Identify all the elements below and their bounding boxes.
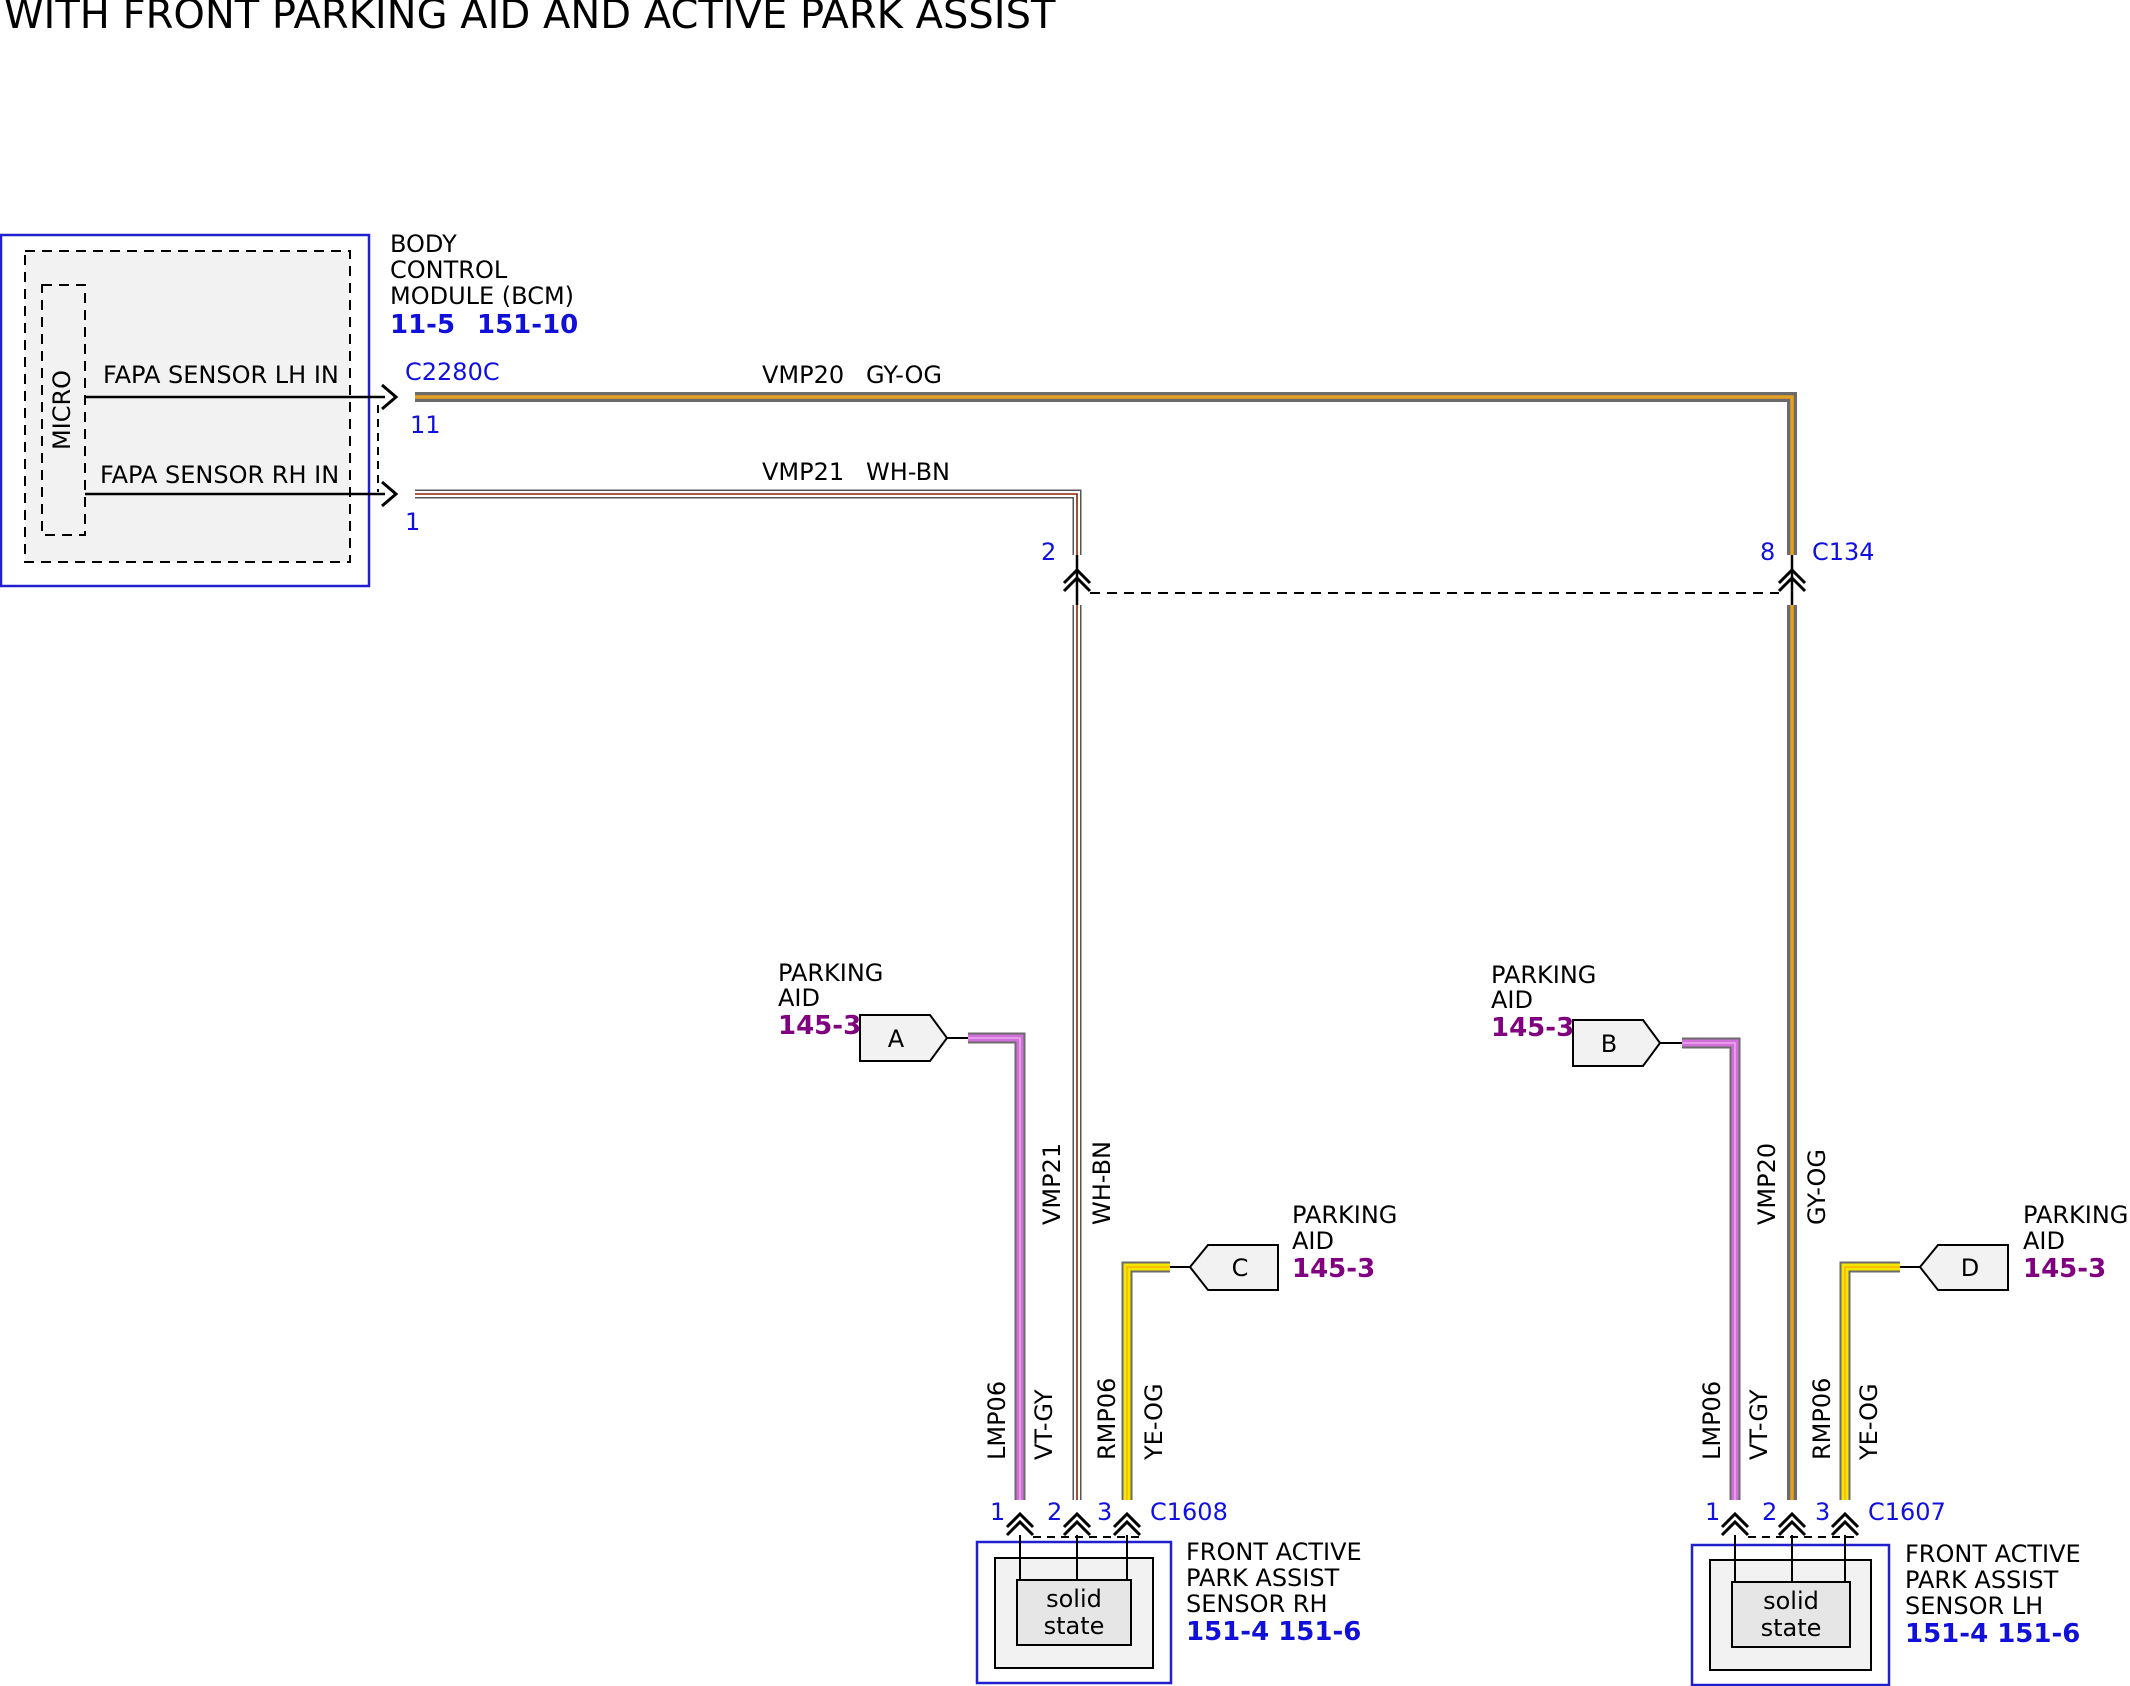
offpage-c-letter: C: [1232, 1254, 1249, 1282]
offpage-d[interactable]: D: [1900, 1244, 2009, 1291]
c1607-connector: 1 2 3 C1607: [1705, 1498, 1946, 1538]
vmp20-color-label: GY-OG: [866, 361, 942, 389]
sensor-lh-inner-2: state: [1761, 1614, 1822, 1642]
vmp20-vertical-color-label: GY-OG: [1803, 1149, 1831, 1225]
c1608-pin-3-label: 3: [1097, 1498, 1112, 1526]
sensor-lh-name-3: SENSOR LH: [1905, 1592, 2043, 1620]
bcm-name-line-1: BODY: [390, 230, 457, 258]
vmp20-circuit-label: VMP20: [762, 361, 844, 389]
vmp21-circuit-label: VMP21: [762, 458, 844, 486]
offpage-b-letter: B: [1601, 1030, 1617, 1058]
offpage-a-ref[interactable]: 145-3: [778, 1011, 861, 1041]
bcm-name-line-3: MODULE (BCM): [390, 282, 574, 310]
offpage-c[interactable]: C: [1170, 1244, 1279, 1291]
offpage-a-label-2: AID: [778, 984, 820, 1012]
c134-pin-8-label: 8: [1760, 538, 1775, 566]
sensor-lh: solid state: [1690, 1535, 1891, 1686]
sensor-lh-name-1: FRONT ACTIVE: [1905, 1540, 2081, 1568]
offpage-a[interactable]: A: [859, 1014, 968, 1062]
offpage-b[interactable]: B: [1572, 1019, 1682, 1067]
offpage-a-letter: A: [888, 1025, 905, 1053]
sensor-rh-name-2: PARK ASSIST: [1186, 1564, 1340, 1592]
rmp06-lh-color-label: YE-OG: [1855, 1383, 1883, 1461]
c1607-pin-3-label: 3: [1815, 1498, 1830, 1526]
sensor-rh: solid state: [975, 1535, 1173, 1685]
c1607-pin-2-label: 2: [1762, 1498, 1777, 1526]
offpage-b-label-2: AID: [1491, 986, 1533, 1014]
offpage-d-letter: D: [1961, 1254, 1979, 1282]
c1608-label: C1608: [1150, 1498, 1228, 1526]
c134-connector: 2 8 C134: [1041, 538, 1875, 605]
vmp20-vertical-circuit-label: VMP20: [1753, 1143, 1781, 1225]
fapa-rh-label: FAPA SENSOR RH IN: [100, 461, 339, 489]
bcm-module: MICRO FAPA SENSOR LH IN FAPA SENSOR RH I…: [0, 230, 578, 588]
bcm-ref-2: 151-10: [477, 310, 578, 340]
c134-pin-2-label: 2: [1041, 538, 1056, 566]
pin-1-label: 1: [405, 508, 420, 536]
vmp21-vertical-circuit-label: VMP21: [1038, 1143, 1066, 1225]
vmp21-vertical-color-label: WH-BN: [1088, 1141, 1116, 1225]
c1608-connector: 1 2 3 C1608: [990, 1498, 1228, 1538]
pin-11-label: 11: [410, 411, 441, 439]
sensor-rh-name-3: SENSOR RH: [1186, 1590, 1328, 1618]
micro-label: MICRO: [48, 370, 76, 450]
lmp06-lh-color-label: VT-GY: [1745, 1389, 1773, 1460]
diagram-title: WITH FRONT PARKING AID AND ACTIVE PARK A…: [4, 0, 1056, 38]
lmp06-lh-circuit-label: LMP06: [1698, 1381, 1726, 1460]
rmp06-rh-circuit-label: RMP06: [1093, 1378, 1121, 1460]
sensor-lh-inner-1: solid: [1763, 1587, 1819, 1615]
offpage-a-label-1: PARKING: [778, 959, 883, 987]
offpage-b-ref[interactable]: 145-3: [1491, 1013, 1574, 1043]
offpage-d-label-1: PARKING: [2023, 1201, 2128, 1229]
sensor-rh-inner-2: state: [1044, 1612, 1105, 1640]
wiring-diagram: WITH FRONT PARKING AID AND ACTIVE PARK A…: [0, 0, 2128, 1686]
sensor-lh-name-2: PARK ASSIST: [1905, 1566, 2059, 1594]
sensor-lh-refs[interactable]: 151-4 151-6: [1905, 1619, 2080, 1649]
c1607-pin-1-label: 1: [1705, 1498, 1720, 1526]
rmp06-lh-circuit-label: RMP06: [1808, 1378, 1836, 1460]
c2280c-label: C2280C: [405, 358, 500, 386]
offpage-c-ref[interactable]: 145-3: [1292, 1254, 1375, 1284]
c1607-label: C1607: [1868, 1498, 1946, 1526]
sensor-rh-name-1: FRONT ACTIVE: [1186, 1538, 1362, 1566]
offpage-d-label-2: AID: [2023, 1227, 2065, 1255]
vmp21-color-label: WH-BN: [866, 458, 950, 486]
bcm-name-line-2: CONTROL: [390, 256, 508, 284]
lmp06-rh-color-label: VT-GY: [1030, 1389, 1058, 1460]
rmp06-rh-color-label: YE-OG: [1140, 1383, 1168, 1461]
wire-vmp21: [415, 489, 1082, 1500]
sensor-rh-inner-1: solid: [1046, 1585, 1102, 1613]
offpage-c-label-1: PARKING: [1292, 1201, 1397, 1229]
offpage-b-label-1: PARKING: [1491, 961, 1596, 989]
bcm-ref-1: 11-5: [390, 310, 455, 340]
offpage-c-label-2: AID: [1292, 1227, 1334, 1255]
lmp06-rh-circuit-label: LMP06: [983, 1381, 1011, 1460]
fapa-lh-label: FAPA SENSOR LH IN: [103, 361, 339, 389]
offpage-d-ref[interactable]: 145-3: [2023, 1254, 2106, 1284]
wire-vmp20: [415, 392, 1797, 1500]
c1608-pin-2-label: 2: [1047, 1498, 1062, 1526]
sensor-rh-refs[interactable]: 151-4 151-6: [1186, 1617, 1361, 1647]
c134-label: C134: [1812, 538, 1875, 566]
c1608-pin-1-label: 1: [990, 1498, 1005, 1526]
